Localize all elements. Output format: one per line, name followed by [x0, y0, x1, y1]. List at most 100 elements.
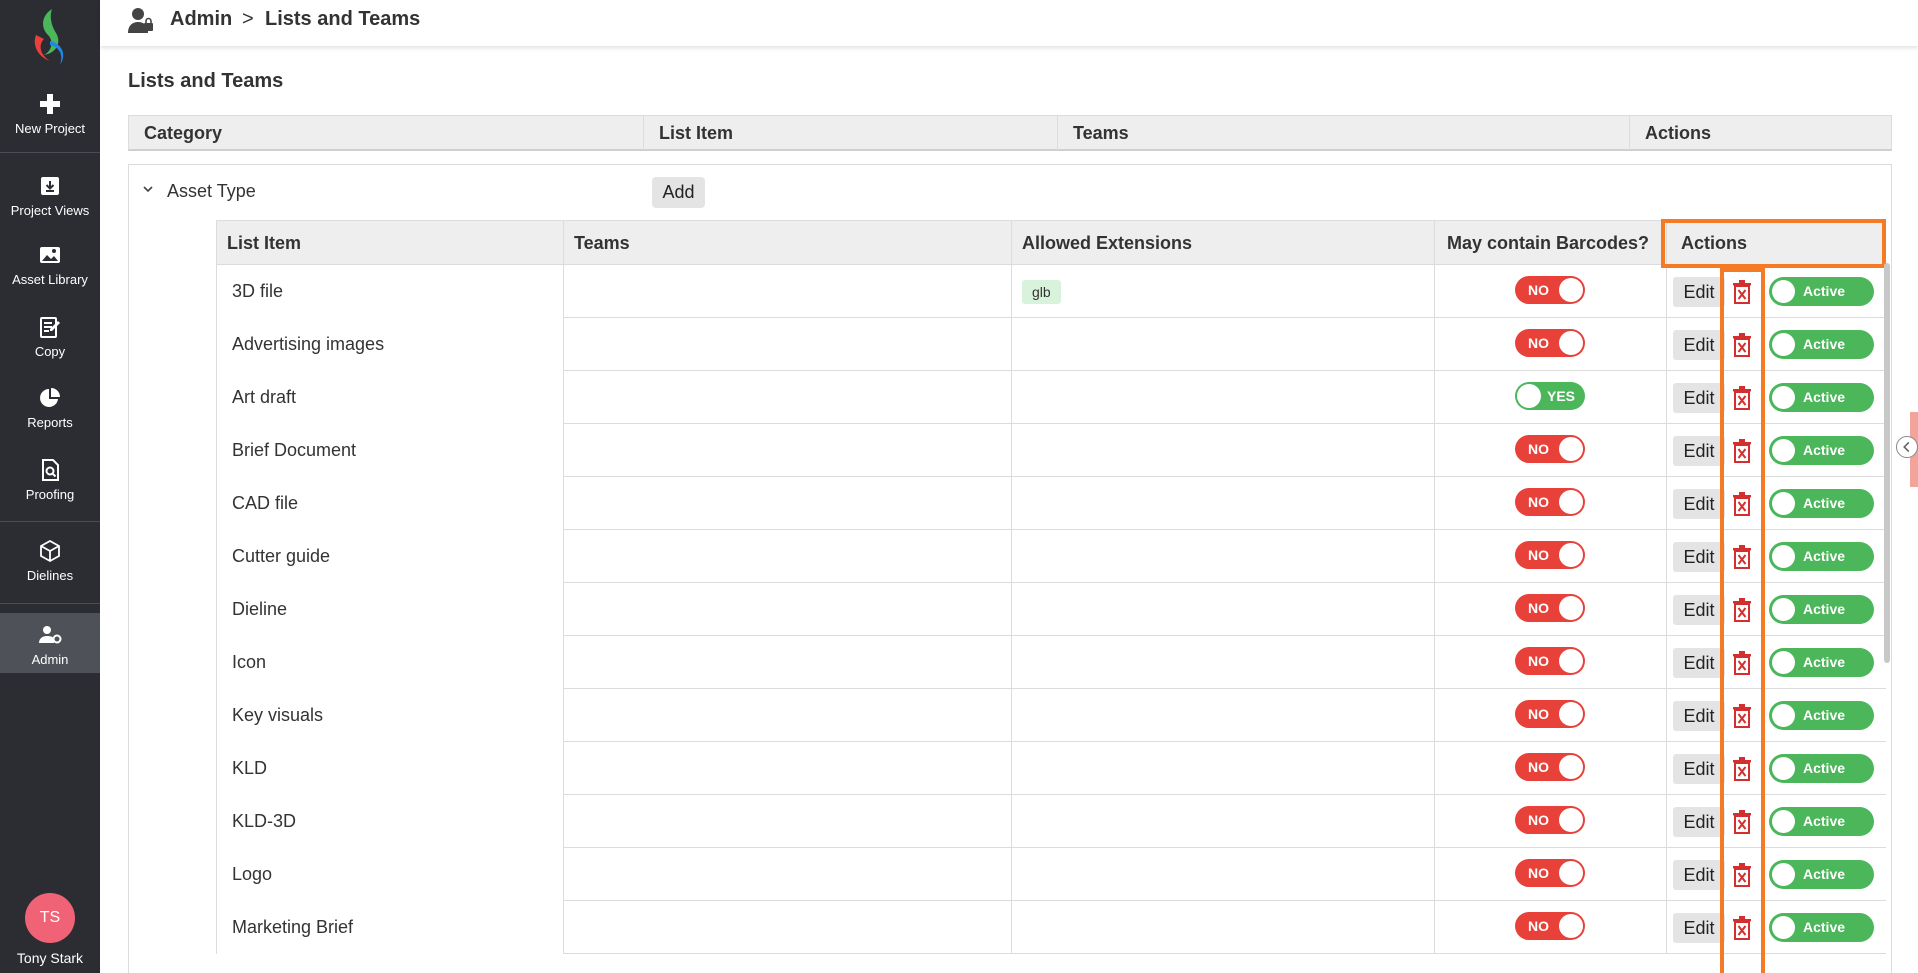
status-toggle[interactable]: Active [1769, 542, 1874, 571]
group-label[interactable]: Asset Type [167, 181, 256, 202]
extensions-cell [1011, 424, 1434, 477]
nav-new-project[interactable]: New Project [0, 92, 100, 136]
status-label: Active [1803, 866, 1846, 882]
column-header-barcodes[interactable]: May contain Barcodes? [1434, 221, 1666, 265]
status-toggle[interactable]: Active [1769, 913, 1874, 942]
app-logo[interactable] [26, 5, 74, 69]
barcodes-cell: NO [1434, 689, 1666, 742]
status-toggle[interactable]: Active [1769, 489, 1874, 518]
list-item-name: Advertising images [216, 318, 563, 371]
breadcrumb-admin[interactable]: Admin [170, 8, 232, 31]
admin-user-icon [128, 8, 153, 33]
edit-button[interactable]: Edit [1673, 330, 1725, 360]
toggle-knob [1772, 757, 1795, 780]
column-header-allowed-extensions[interactable]: Allowed Extensions [1011, 221, 1434, 265]
scrollbar-thumb[interactable] [1884, 263, 1890, 663]
status-toggle[interactable]: Active [1769, 754, 1874, 783]
extension-badge: glb [1022, 280, 1061, 304]
status-toggle[interactable]: Active [1769, 807, 1874, 836]
toggle-label: NO [1528, 600, 1549, 616]
chevron-left-icon[interactable] [1896, 436, 1918, 458]
table-row: Icon NO Edit Active [216, 636, 1886, 689]
status-toggle[interactable]: Active [1769, 860, 1874, 889]
edit-button[interactable]: Edit [1673, 913, 1725, 943]
status-label: Active [1803, 654, 1846, 670]
actions-cell: Edit Active [1666, 795, 1886, 848]
edit-button[interactable]: Edit [1673, 860, 1725, 890]
barcodes-toggle[interactable]: NO [1515, 488, 1585, 516]
edit-button[interactable]: Edit [1673, 436, 1725, 466]
nav-divider [0, 603, 100, 604]
status-toggle[interactable]: Active [1769, 277, 1874, 306]
edit-button[interactable]: Edit [1673, 489, 1725, 519]
edit-button[interactable]: Edit [1673, 754, 1725, 784]
status-toggle[interactable]: Active [1769, 330, 1874, 359]
barcodes-cell: NO [1434, 424, 1666, 477]
toggle-knob [1772, 651, 1795, 674]
table-row: Art draft YES Edit Active [216, 371, 1886, 424]
nav-label: Copy [34, 344, 66, 359]
barcodes-toggle[interactable]: NO [1515, 435, 1585, 463]
plus-icon [40, 94, 60, 114]
nav-reports[interactable]: Reports [0, 386, 100, 430]
teams-cell [563, 530, 1011, 583]
barcodes-toggle[interactable]: NO [1515, 276, 1585, 304]
table-row: CAD file NO Edit Active [216, 477, 1886, 530]
status-toggle[interactable]: Active [1769, 595, 1874, 624]
edit-button[interactable]: Edit [1673, 595, 1725, 625]
list-item-name: 3D file [216, 265, 563, 318]
barcodes-toggle[interactable]: NO [1515, 594, 1585, 622]
barcodes-toggle[interactable]: NO [1515, 806, 1585, 834]
barcodes-cell: NO [1434, 742, 1666, 795]
user-name[interactable]: Tony Stark [0, 950, 100, 966]
barcodes-toggle[interactable]: NO [1515, 329, 1585, 357]
add-button[interactable]: Add [652, 177, 705, 208]
nav-asset-library[interactable]: Asset Library [0, 243, 100, 287]
column-header-teams[interactable]: Teams [1057, 116, 1629, 150]
barcodes-toggle[interactable]: NO [1515, 647, 1585, 675]
column-header-list-item[interactable]: List Item [643, 116, 1057, 150]
teams-cell [563, 477, 1011, 530]
barcodes-toggle[interactable]: NO [1515, 700, 1585, 728]
column-header-teams[interactable]: Teams [563, 221, 1011, 265]
nav-project-views[interactable]: Project Views [0, 174, 100, 218]
nav-copy[interactable]: Copy [0, 315, 100, 359]
barcodes-toggle[interactable]: NO [1515, 541, 1585, 569]
barcodes-cell: NO [1434, 265, 1666, 318]
barcodes-toggle[interactable]: NO [1515, 912, 1585, 940]
nav-admin[interactable]: Admin [0, 613, 100, 673]
inner-table-header: List Item Teams Allowed Extensions May c… [216, 220, 1886, 265]
barcodes-cell: NO [1434, 795, 1666, 848]
extensions-cell [1011, 636, 1434, 689]
edit-button[interactable]: Edit [1673, 807, 1725, 837]
toggle-label: YES [1546, 388, 1575, 404]
actions-cell: Edit Active [1666, 265, 1886, 318]
status-label: Active [1803, 495, 1846, 511]
teams-cell [563, 424, 1011, 477]
edit-button[interactable]: Edit [1673, 701, 1725, 731]
barcodes-toggle[interactable]: NO [1515, 753, 1585, 781]
column-header-category[interactable]: Category [129, 116, 643, 150]
status-toggle[interactable]: Active [1769, 648, 1874, 677]
status-toggle[interactable]: Active [1769, 383, 1874, 412]
toggle-label: NO [1528, 706, 1549, 722]
column-header-list-item[interactable]: List Item [216, 221, 563, 265]
status-toggle[interactable]: Active [1769, 701, 1874, 730]
toggle-knob [1772, 439, 1795, 462]
chevron-down-icon[interactable] [141, 182, 155, 196]
edit-document-icon [40, 317, 60, 338]
status-toggle[interactable]: Active [1769, 436, 1874, 465]
edit-button[interactable]: Edit [1673, 383, 1725, 413]
barcodes-cell: NO [1434, 901, 1666, 954]
barcodes-toggle[interactable]: YES [1515, 382, 1585, 410]
avatar[interactable]: TS [25, 893, 75, 943]
edit-button[interactable]: Edit [1673, 648, 1725, 678]
toggle-knob [1772, 704, 1795, 727]
edit-button[interactable]: Edit [1673, 277, 1725, 307]
nav-proofing[interactable]: Proofing [0, 458, 100, 502]
barcodes-cell: NO [1434, 583, 1666, 636]
barcodes-toggle[interactable]: NO [1515, 859, 1585, 887]
status-label: Active [1803, 601, 1846, 617]
nav-dielines[interactable]: Dielines [0, 539, 100, 583]
edit-button[interactable]: Edit [1673, 542, 1725, 572]
